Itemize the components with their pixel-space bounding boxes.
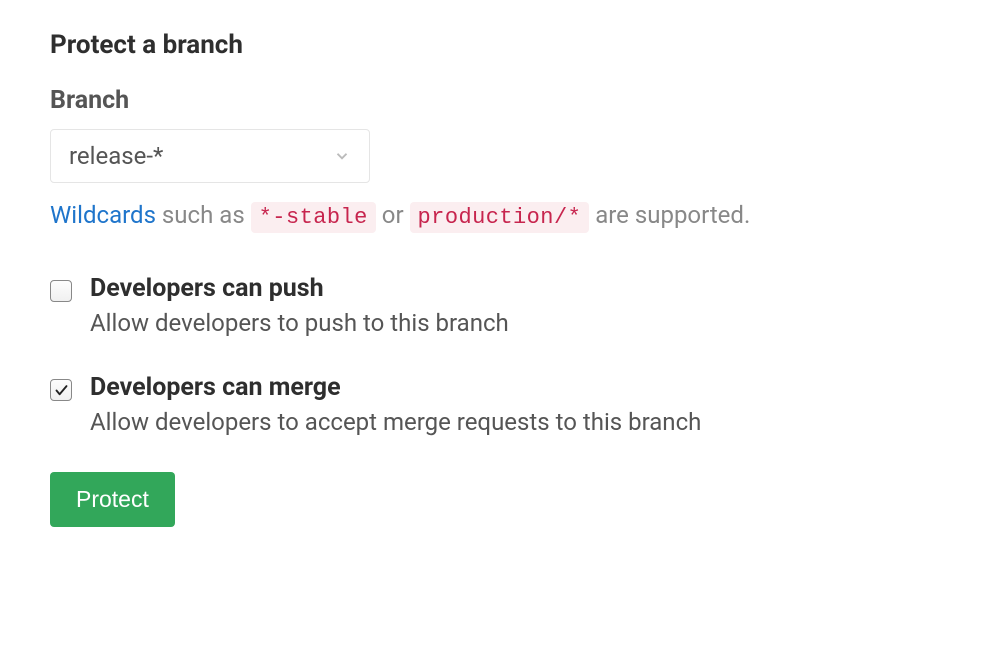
helper-text-2: or <box>376 201 410 229</box>
page-title: Protect a branch <box>50 30 946 60</box>
developers-can-merge-desc: Allow developers to accept merge request… <box>90 408 946 436</box>
branch-selected-value: release-* <box>69 142 163 170</box>
code-example-2: production/* <box>410 202 590 233</box>
helper-text-3: are supported. <box>589 201 750 229</box>
developers-can-push-desc: Allow developers to push to this branch <box>90 309 946 337</box>
branch-dropdown[interactable]: release-* <box>50 129 370 183</box>
protect-button[interactable]: Protect <box>50 472 175 527</box>
branch-label: Branch <box>50 86 946 115</box>
developers-can-merge-checkbox[interactable] <box>50 379 72 401</box>
code-example-1: *-stable <box>251 202 376 233</box>
developers-can-push-checkbox[interactable] <box>50 280 72 302</box>
developers-can-push-title: Developers can push <box>90 274 946 303</box>
wildcards-link[interactable]: Wildcards <box>50 201 156 229</box>
helper-text: Wildcards such as *-stable or production… <box>50 197 946 234</box>
chevron-down-icon <box>333 147 351 165</box>
helper-text-1: such as <box>156 201 251 229</box>
developers-can-merge-title: Developers can merge <box>90 373 946 402</box>
